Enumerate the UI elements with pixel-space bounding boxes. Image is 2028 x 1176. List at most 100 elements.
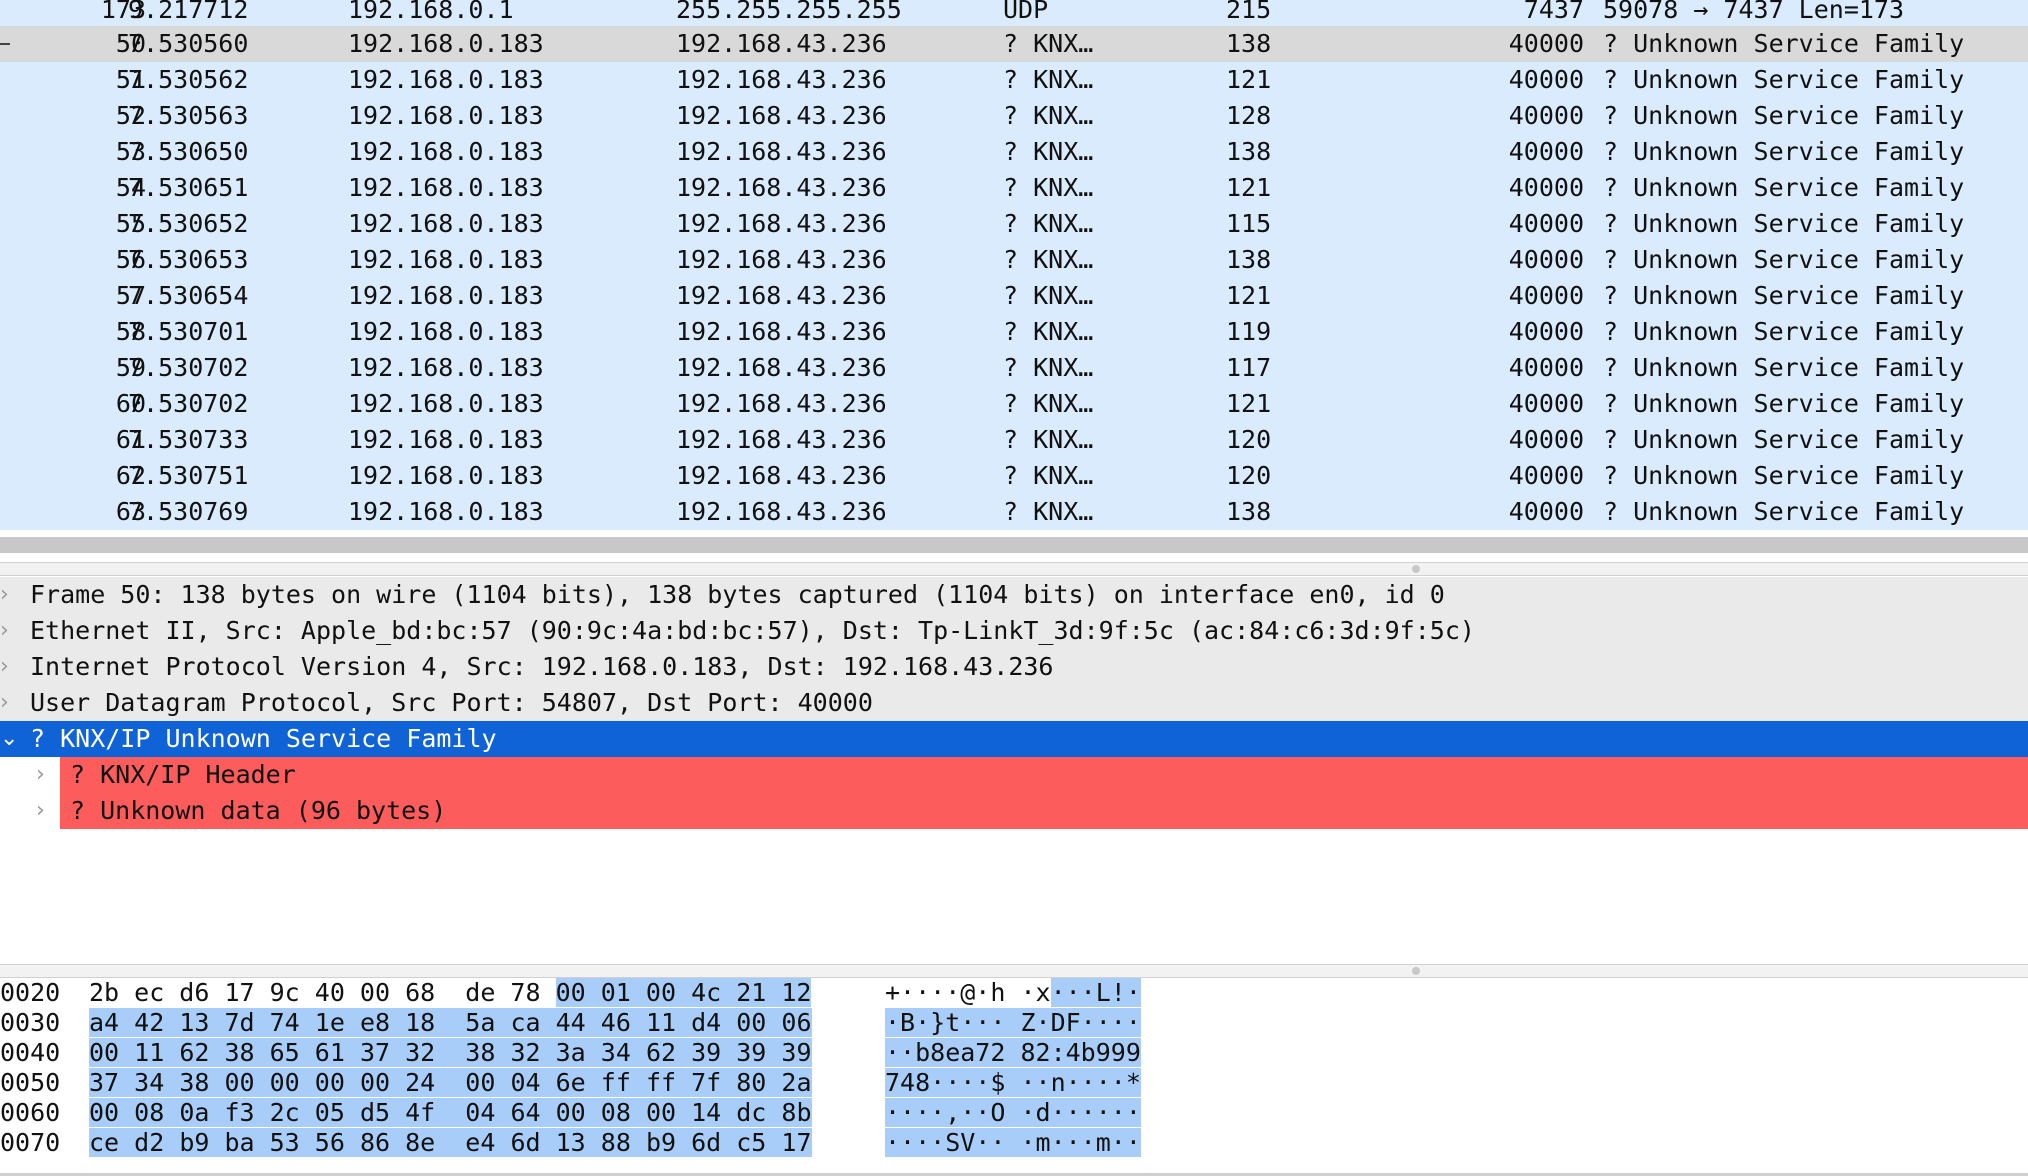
hex-bytes[interactable]: ce d2 b9 ba 53 56 86 8e e4 6d 13 88 b9 6… — [89, 1128, 812, 1158]
packet-row[interactable]: 55 7.530652 192.168.0.183 192.168.43.236? K… — [0, 206, 2028, 242]
packet-list[interactable]: 173 9.217712 192.168.0.1 255.255.255.255 UDP… — [0, 0, 2028, 534]
packet-port-cell: 40000 — [1508, 245, 1584, 274]
packet-dst-cell: 192.168.43.236 — [676, 281, 887, 310]
tree-item[interactable]: › User Datagram Protocol, Src Port: 54807… — [0, 685, 2028, 721]
packet-row[interactable]: 52 7.530563 192.168.0.183 192.168.43.236? K… — [0, 98, 2028, 134]
hex-ascii[interactable]: +····@·h ·x···L!· — [885, 978, 1141, 1008]
packet-details-tree[interactable]: › Frame 50: 138 bytes on wire (1104 bits)… — [0, 577, 2028, 963]
chevron-right-icon[interactable]: › — [0, 577, 20, 613]
chevron-down-icon[interactable]: ⌄ — [0, 721, 20, 757]
packet-row[interactable]: 56 7.530653 192.168.0.183 192.168.43.236? K… — [0, 242, 2028, 278]
packet-time-cell: 7.530560 — [128, 29, 249, 58]
packet-len-cell: 138 — [1226, 497, 1272, 526]
packet-dst-cell: 192.168.43.236 — [676, 353, 887, 382]
packet-proto-cell: ? KNX… — [1003, 173, 1094, 202]
packet-src-cell: 192.168.0.183 — [348, 65, 544, 94]
hex-offset: 0050 — [0, 1068, 61, 1097]
packet-port-cell: 40000 — [1508, 281, 1584, 310]
tree-item-label: ? KNX/IP Header — [70, 760, 296, 789]
packet-proto-cell: ? KNX… — [1003, 101, 1094, 130]
packet-row[interactable]: 62 7.530751 192.168.0.183 192.168.43.236? K… — [0, 458, 2028, 494]
hex-ascii[interactable]: ·B·}t··· Z·DF···· — [885, 1008, 1141, 1038]
packet-src-cell: 192.168.0.183 — [348, 389, 544, 418]
packet-row[interactable]: 59 7.530702 192.168.0.183 192.168.43.236? K… — [0, 350, 2028, 386]
packet-time-cell: 9.217712 — [128, 0, 249, 24]
packet-dst-cell: 192.168.43.236 — [676, 173, 887, 202]
selection-marker-icon — [0, 43, 10, 45]
packet-time-cell: 7.530653 — [128, 245, 249, 274]
packet-row[interactable]: 63 7.530769 192.168.0.183 192.168.43.236? K… — [0, 494, 2028, 530]
hex-offset: 0060 — [0, 1098, 61, 1127]
packet-port-cell: 40000 — [1508, 461, 1584, 490]
packet-row[interactable]: 173 9.217712 192.168.0.1 255.255.255.255 UDP… — [0, 0, 2028, 28]
tree-item[interactable]: › Frame 50: 138 bytes on wire (1104 bits)… — [0, 577, 2028, 613]
packet-info-cell: ? Unknown Service Family — [1603, 317, 1965, 346]
tree-item[interactable]: › Internet Protocol Version 4, Src: 192.1… — [0, 649, 2028, 685]
tree-item-label: ? KNX/IP Unknown Service Family — [30, 724, 497, 753]
packet-dst-cell: 192.168.43.236 — [676, 137, 887, 166]
packet-src-cell: 192.168.0.183 — [348, 425, 544, 454]
packet-dst-cell: 192.168.43.236 — [676, 29, 887, 58]
pane-splitter-top[interactable] — [0, 562, 2028, 576]
packet-time-cell: 7.530751 — [128, 461, 249, 490]
packet-info-cell: ? Unknown Service Family — [1603, 245, 1965, 274]
hex-ascii[interactable]: ··b8ea72 82:4b999 — [885, 1038, 1141, 1068]
hex-ascii[interactable]: ····SV·· ·m···m·· — [885, 1128, 1141, 1158]
packet-port-cell: 7437 — [1523, 0, 1584, 24]
packet-row[interactable]: 54 7.530651 192.168.0.183 192.168.43.236? K… — [0, 170, 2028, 206]
hex-bytes[interactable]: 00 08 0a f3 2c 05 d5 4f 04 64 00 08 00 1… — [89, 1098, 812, 1128]
packet-src-cell: 192.168.0.183 — [348, 101, 544, 130]
chevron-right-icon[interactable]: › — [0, 649, 20, 685]
packet-time-cell: 7.530650 — [128, 137, 249, 166]
hex-ascii[interactable]: 748····$ ··n····* — [885, 1068, 1141, 1098]
packet-port-cell: 40000 — [1508, 497, 1584, 526]
packet-row[interactable]: 53 7.530650 192.168.0.183 192.168.43.236? K… — [0, 134, 2028, 170]
packet-time-cell: 7.530702 — [128, 353, 249, 382]
packet-info-cell: ? Unknown Service Family — [1603, 461, 1965, 490]
packet-info-cell: ? Unknown Service Family — [1603, 497, 1965, 526]
hex-bytes[interactable]: 37 34 38 00 00 00 00 24 00 04 6e ff ff 7… — [89, 1068, 812, 1098]
packet-row[interactable]: 61 7.530733 192.168.0.183 192.168.43.236? K… — [0, 422, 2028, 458]
packet-info-cell: ? Unknown Service Family — [1603, 173, 1965, 202]
packet-bytes-pane[interactable]: 0020 2b ec d6 17 9c 40 00 68 de 78 00 01 … — [0, 978, 2028, 1170]
chevron-right-icon[interactable]: › — [0, 685, 20, 721]
packet-port-cell: 40000 — [1508, 173, 1584, 202]
packet-src-cell: 192.168.0.183 — [348, 317, 544, 346]
packet-src-cell: 192.168.0.183 — [348, 245, 544, 274]
tree-item[interactable]: › Ethernet II, Src: Apple_bd:bc:57 (90:9c… — [0, 613, 2028, 649]
packet-len-cell: 115 — [1226, 209, 1272, 238]
packet-len-cell: 119 — [1226, 317, 1272, 346]
hex-ascii[interactable]: ····,··O ·d······ — [885, 1098, 1141, 1128]
tree-item[interactable]: › ? Unknown data (96 bytes) — [0, 793, 2028, 829]
packet-row[interactable]: 58 7.530701 192.168.0.183 192.168.43.236? K… — [0, 314, 2028, 350]
packet-src-cell: 192.168.0.1 — [348, 0, 514, 24]
tree-item-label: Frame 50: 138 bytes on wire (1104 bits),… — [30, 580, 1445, 609]
hex-bytes[interactable]: a4 42 13 7d 74 1e e8 18 5a ca 44 46 11 d… — [89, 1008, 812, 1038]
packet-row[interactable]: 57 7.530654 192.168.0.183 192.168.43.236? K… — [0, 278, 2028, 314]
packet-time-cell: 7.530651 — [128, 173, 249, 202]
hex-bytes[interactable]: 2b ec d6 17 9c 40 00 68 de 78 00 01 00 4… — [89, 978, 812, 1008]
hex-bytes[interactable]: 00 11 62 38 65 61 37 32 38 32 3a 34 62 3… — [89, 1038, 812, 1068]
packet-row[interactable]: 60 7.530702 192.168.0.183 192.168.43.236? K… — [0, 386, 2028, 422]
chevron-right-icon[interactable]: › — [36, 793, 56, 829]
chevron-right-icon[interactable]: › — [0, 613, 20, 649]
packet-info-cell: 59078 → 7437 Len=173 — [1603, 0, 1905, 24]
horizontal-scrollbar[interactable] — [0, 537, 2028, 553]
packet-dst-cell: 192.168.43.236 — [676, 461, 887, 490]
packet-len-cell: 117 — [1226, 353, 1272, 382]
packet-port-cell: 40000 — [1508, 65, 1584, 94]
packet-row[interactable]: 50 7.530560 192.168.0.183 192.168.43.236? K… — [0, 26, 2028, 62]
packet-info-cell: ? Unknown Service Family — [1603, 353, 1965, 382]
packet-info-cell: ? Unknown Service Family — [1603, 137, 1965, 166]
packet-time-cell: 7.530702 — [128, 389, 249, 418]
packet-proto-cell: ? KNX… — [1003, 137, 1094, 166]
tree-item[interactable]: ⌄ ? KNX/IP Unknown Service Family — [0, 721, 2028, 757]
pane-splitter-bottom[interactable] — [0, 964, 2028, 978]
tree-item[interactable]: › ? KNX/IP Header — [0, 757, 2028, 793]
chevron-right-icon[interactable]: › — [36, 757, 56, 793]
tree-item-label: User Datagram Protocol, Src Port: 54807,… — [30, 688, 873, 717]
packet-len-cell: 121 — [1226, 389, 1272, 418]
packet-time-cell: 7.530652 — [128, 209, 249, 238]
packet-port-cell: 40000 — [1508, 29, 1584, 58]
packet-row[interactable]: 51 7.530562 192.168.0.183 192.168.43.236? K… — [0, 62, 2028, 98]
